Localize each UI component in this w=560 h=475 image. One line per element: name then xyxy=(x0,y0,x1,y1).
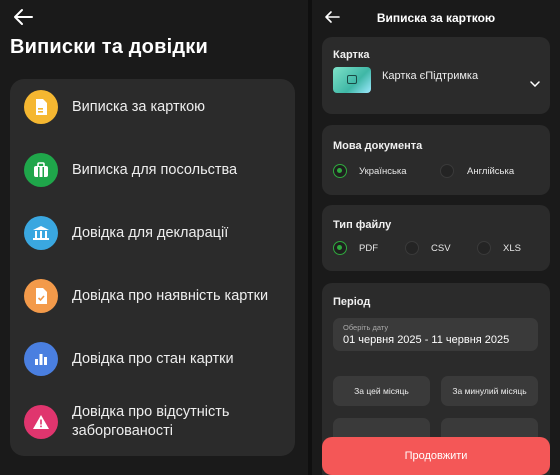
statements-menu: Виписка за карткою Виписка для посольств… xyxy=(10,79,295,456)
radio-label: PDF xyxy=(359,243,378,254)
menu-item-card-availability[interactable]: Довідка про наявність картки xyxy=(10,271,295,321)
warning-icon xyxy=(24,405,58,439)
radio-label: Українська xyxy=(359,166,407,177)
date-range-field[interactable]: Оберіть дату 01 червня 2025 - 11 червня … xyxy=(333,318,538,351)
chevron-down-icon[interactable] xyxy=(530,81,540,87)
menu-item-label: Довідка про наявність картки xyxy=(72,287,269,304)
radio-csv[interactable] xyxy=(405,241,419,255)
menu-item-label: Довідка про стан картки xyxy=(72,350,234,367)
page-title: Виписки та довідки xyxy=(10,36,208,58)
document-icon xyxy=(24,90,58,124)
continue-button[interactable]: Продовжити xyxy=(322,437,550,475)
menu-item-label: Виписка за карткою xyxy=(72,98,206,115)
menu-item-no-debt-certificate[interactable]: Довідка про відсутність заборгованості xyxy=(10,397,295,447)
menu-item-card-status[interactable]: Довідка про стан картки xyxy=(10,334,295,384)
menu-item-label: Виписка для посольства xyxy=(72,161,238,178)
radio-label: CSV xyxy=(431,243,451,254)
language-section: Мова документа Українська Англійська xyxy=(322,125,550,195)
menu-item-label: Довідка про відсутність заборгованості xyxy=(72,404,230,439)
card-name: Картка єПідтримка xyxy=(382,70,479,82)
card-document-icon xyxy=(24,279,58,313)
radio-english[interactable] xyxy=(440,164,454,178)
menu-item-card-statement[interactable]: Виписка за карткою xyxy=(10,82,295,132)
card-section: Картка Картка єПідтримка xyxy=(322,37,550,114)
suitcase-icon xyxy=(24,153,58,187)
statements-screen: Виписки та довідки Виписка за карткою Ви… xyxy=(0,0,308,475)
section-title: Період xyxy=(333,296,371,308)
card-statement-screen: Виписка за карткою Картка Картка єПідтри… xyxy=(312,0,560,475)
date-range-placeholder: Оберіть дату xyxy=(343,323,389,332)
section-title: Тип файлу xyxy=(333,219,392,231)
radio-label: XLS xyxy=(503,243,521,254)
radio-label: Англійська xyxy=(467,166,515,177)
radio-xls[interactable] xyxy=(477,241,491,255)
menu-item-embassy-statement[interactable]: Виписка для посольства xyxy=(10,145,295,195)
last-month-button[interactable]: За минулий місяць xyxy=(441,376,538,406)
file-type-section: Тип файлу PDF CSV XLS xyxy=(322,205,550,271)
page-title: Виписка за карткою xyxy=(376,11,496,25)
this-month-button[interactable]: За цей місяць xyxy=(333,376,430,406)
date-range-value: 01 червня 2025 - 11 червня 2025 xyxy=(343,334,510,346)
menu-item-declaration-certificate[interactable]: Довідка для декларації xyxy=(10,208,295,258)
section-title: Картка xyxy=(333,49,370,61)
card-chip-icon xyxy=(347,75,357,84)
back-arrow-icon[interactable] xyxy=(12,8,34,26)
bank-icon xyxy=(24,216,58,250)
menu-item-label: Довідка для декларації xyxy=(72,224,229,241)
radio-pdf[interactable] xyxy=(333,241,347,255)
bar-chart-icon xyxy=(24,342,58,376)
card-thumbnail xyxy=(333,67,371,93)
radio-ukrainian[interactable] xyxy=(333,164,347,178)
section-title: Мова документа xyxy=(333,140,423,152)
